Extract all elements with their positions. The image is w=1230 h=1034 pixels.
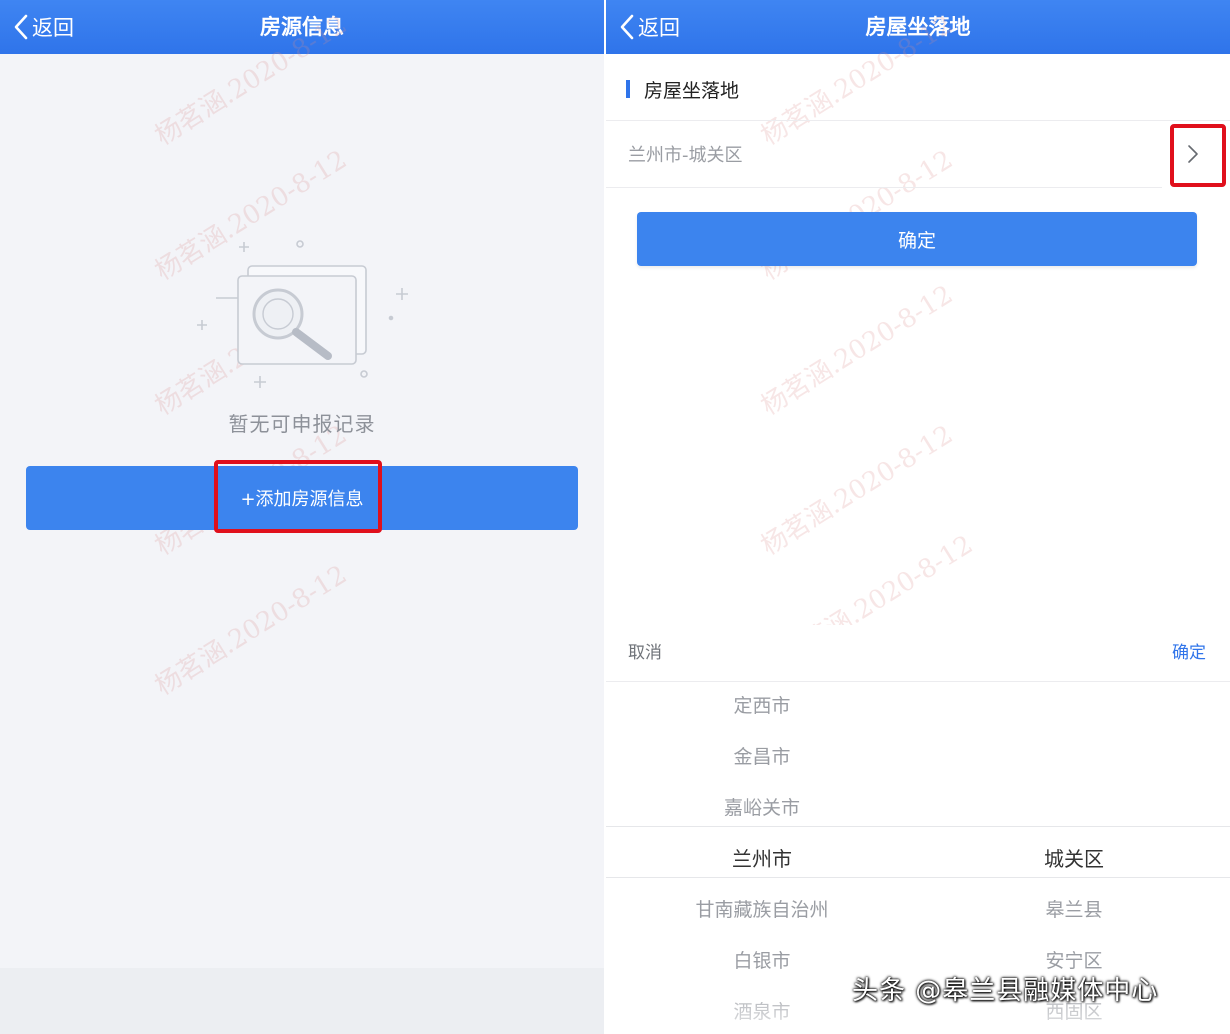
city-option[interactable]: 金昌市	[606, 732, 918, 783]
district-option[interactable]: 城关区	[918, 834, 1230, 885]
district-option[interactable]: 皋兰县	[918, 885, 1230, 936]
picker-cancel-button[interactable]: 取消	[628, 625, 662, 681]
highlight-annotation	[1170, 124, 1226, 187]
house-info-screen: 返回 房源信息 杨茗涵.2020-8-12 杨茗涵.2020-8-12 杨茗涵.…	[0, 0, 604, 1034]
city-option[interactable]: 兰州市	[606, 834, 918, 885]
confirm-button[interactable]: 确定	[637, 212, 1197, 266]
section-header: 房屋坐落地	[606, 64, 1230, 114]
chevron-left-icon	[620, 14, 634, 40]
city-option[interactable]: 甘南藏族自治州	[606, 885, 918, 936]
city-option[interactable]: 嘉峪关市	[606, 783, 918, 834]
chevron-left-icon	[14, 14, 28, 40]
picker-confirm-button[interactable]: 确定	[1172, 625, 1206, 681]
source-credit: 头条 @皋兰县融媒体中心	[852, 976, 1159, 1006]
watermark: 杨茗涵.2020-8-12	[150, 559, 353, 702]
divider-line	[606, 187, 1162, 188]
back-button[interactable]: 返回	[618, 0, 680, 54]
picker-toolbar: 取消 确定	[606, 625, 1230, 682]
empty-search-illustration-icon	[197, 240, 408, 388]
watermark: 杨茗涵.2020-8-12	[756, 419, 959, 562]
page-title: 房屋坐落地	[865, 15, 971, 39]
nav-bar: 返回 房源信息	[0, 0, 604, 54]
nav-bar: 返回 房屋坐落地	[606, 0, 1230, 54]
confirm-label: 确定	[897, 229, 936, 252]
back-label: 返回	[638, 16, 680, 40]
picker-spacer	[918, 732, 1230, 783]
watermark: 杨茗涵.2020-8-12	[756, 279, 959, 422]
location-value: 兰州市-城关区	[628, 145, 743, 166]
bottom-bar	[0, 968, 604, 1034]
picker-spacer	[918, 681, 1230, 732]
location-selector[interactable]: 兰州市-城关区	[606, 121, 1230, 187]
back-label: 返回	[32, 16, 74, 40]
section-accent-bar	[626, 80, 630, 98]
city-option[interactable]: 定西市	[606, 681, 918, 732]
highlight-annotation	[214, 460, 382, 533]
picker-spacer	[918, 783, 1230, 834]
page-title: 房源信息	[260, 15, 344, 39]
section-title: 房屋坐落地	[644, 79, 740, 102]
empty-state-text: 暂无可申报记录	[228, 412, 376, 436]
back-button[interactable]: 返回	[12, 0, 74, 54]
house-location-screen: 返回 房屋坐落地 杨茗涵.2020-8-12 杨茗涵.2020-8-12 杨茗涵…	[606, 0, 1230, 1034]
